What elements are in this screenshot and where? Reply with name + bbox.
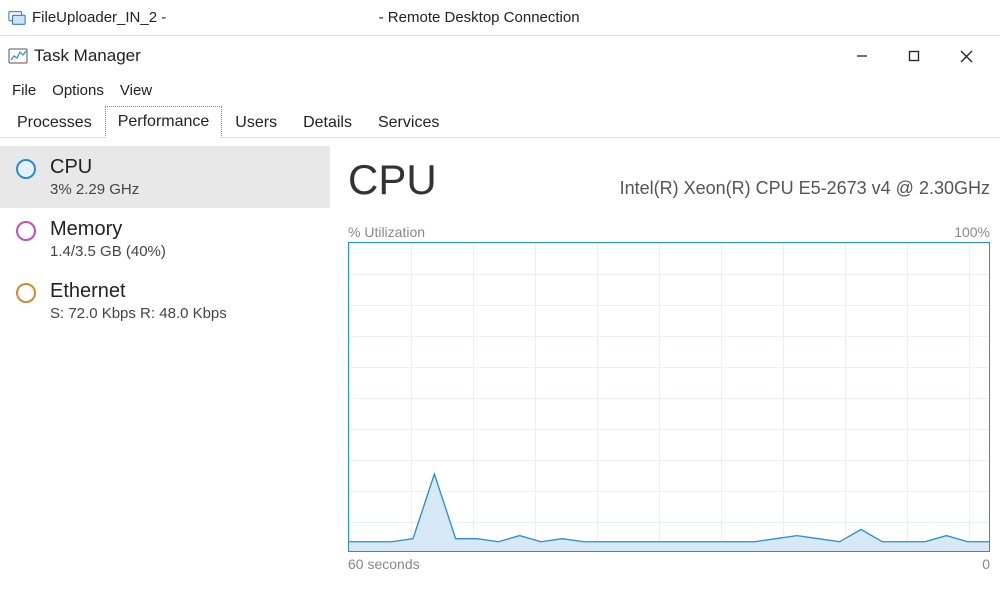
memory-icon <box>16 221 36 241</box>
minimize-icon <box>856 50 868 62</box>
menu-view[interactable]: View <box>112 80 160 101</box>
close-button[interactable] <box>940 38 992 74</box>
content-area: CPU 3% 2.29 GHz Memory 1.4/3.5 GB (40%) … <box>0 138 1000 613</box>
chart-ymax: 100% <box>954 224 990 240</box>
maximize-button[interactable] <box>888 38 940 74</box>
chart-top-labels: % Utilization 100% <box>348 224 990 240</box>
close-icon <box>960 50 973 63</box>
tab-details[interactable]: Details <box>290 107 365 138</box>
minimize-button[interactable] <box>836 38 888 74</box>
performance-sidebar: CPU 3% 2.29 GHz Memory 1.4/3.5 GB (40%) … <box>0 138 330 613</box>
memory-title: Memory <box>50 218 166 241</box>
tab-performance[interactable]: Performance <box>105 106 223 138</box>
sidebar-item-cpu[interactable]: CPU 3% 2.29 GHz <box>0 146 330 208</box>
chart-xmax: 60 seconds <box>348 556 420 572</box>
taskmanager-icon <box>8 46 28 66</box>
cpu-title: CPU <box>50 156 139 179</box>
window-controls <box>836 38 992 74</box>
cpu-sub: 3% 2.29 GHz <box>50 181 139 198</box>
menu-bar: File Options View <box>0 76 1000 104</box>
chart-bottom-labels: 60 seconds 0 <box>348 556 990 572</box>
cpu-chart <box>348 242 990 552</box>
tab-services[interactable]: Services <box>365 107 452 138</box>
rdc-title-center: - Remote Desktop Connection <box>166 9 792 26</box>
chart-ylabel: % Utilization <box>348 224 425 240</box>
main-header: CPU Intel(R) Xeon(R) CPU E5-2673 v4 @ 2.… <box>348 156 990 204</box>
sidebar-item-ethernet[interactable]: Ethernet S: 72.0 Kbps R: 48.0 Kbps <box>0 270 330 332</box>
cpu-icon <box>16 159 36 179</box>
main-title: CPU <box>348 156 437 204</box>
taskmanager-title-bar: Task Manager <box>0 36 1000 76</box>
taskmanager-title: Task Manager <box>34 46 141 66</box>
main-subtitle: Intel(R) Xeon(R) CPU E5-2673 v4 @ 2.30GH… <box>620 178 990 199</box>
tab-users[interactable]: Users <box>222 107 290 138</box>
memory-sub: 1.4/3.5 GB (40%) <box>50 243 166 260</box>
tab-bar: Processes Performance Users Details Serv… <box>0 104 1000 138</box>
rdc-title-bar: FileUploader_IN_2 - - Remote Desktop Con… <box>0 0 1000 36</box>
ethernet-sub: S: 72.0 Kbps R: 48.0 Kbps <box>50 305 227 322</box>
tab-processes[interactable]: Processes <box>4 107 105 138</box>
ethernet-title: Ethernet <box>50 280 227 303</box>
rdc-title-left: FileUploader_IN_2 - <box>32 9 166 26</box>
menu-file[interactable]: File <box>4 80 44 101</box>
chart-xmin: 0 <box>982 556 990 572</box>
menu-options[interactable]: Options <box>44 80 112 101</box>
maximize-icon <box>908 50 920 62</box>
sidebar-item-memory[interactable]: Memory 1.4/3.5 GB (40%) <box>0 208 330 270</box>
rdc-icon <box>8 9 26 27</box>
ethernet-icon <box>16 283 36 303</box>
main-panel: CPU Intel(R) Xeon(R) CPU E5-2673 v4 @ 2.… <box>330 138 1000 613</box>
cpu-chart-svg <box>349 243 989 551</box>
